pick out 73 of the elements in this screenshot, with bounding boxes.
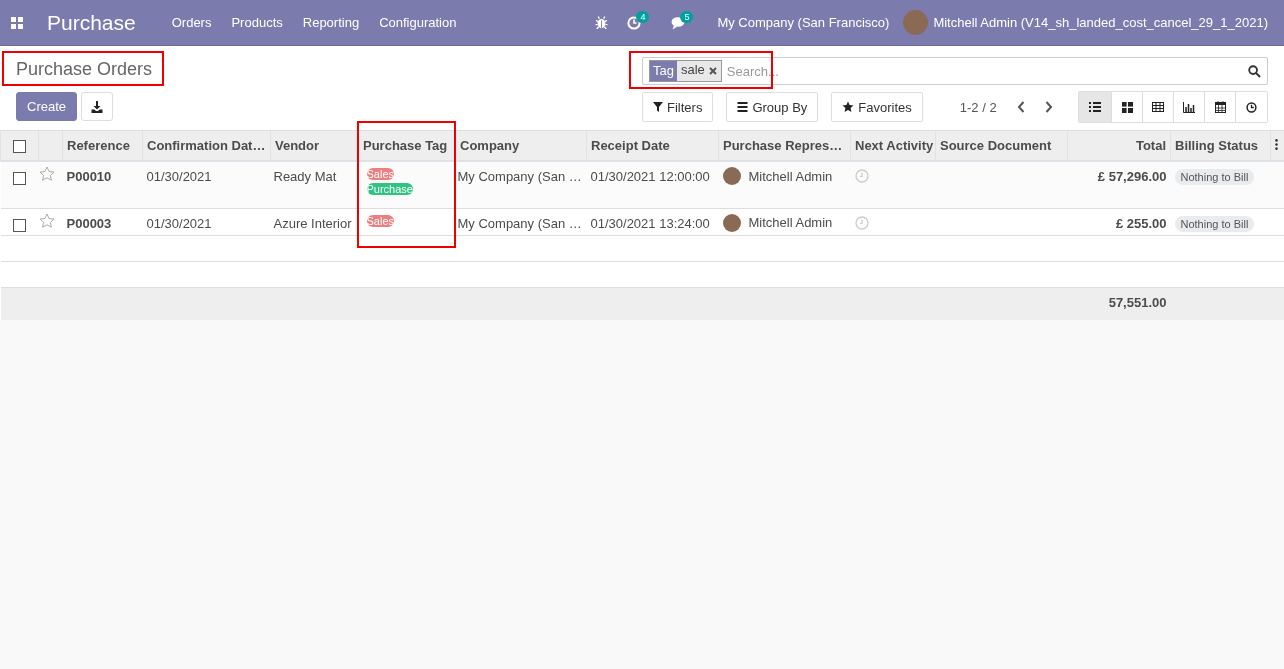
table-cell: My Company (San …	[457, 169, 582, 184]
column-header[interactable]: Purchase Repres…	[718, 131, 851, 161]
column-header[interactable]: Billing Status	[1170, 131, 1271, 161]
column-header[interactable]: Total	[1067, 131, 1171, 161]
facet-value: sale	[676, 61, 709, 81]
view-switch-button[interactable]	[1079, 92, 1112, 122]
table-cell: £ 57,296.00	[1097, 169, 1167, 184]
next-icon[interactable]	[1044, 101, 1053, 113]
select-all-checkbox[interactable]	[13, 140, 26, 154]
kebab-icon[interactable]	[1275, 139, 1278, 150]
create-button[interactable]: Create	[16, 92, 78, 121]
table-cell: My Company (San …	[457, 215, 582, 231]
row-checkbox[interactable]	[13, 218, 26, 232]
list-icon	[1089, 102, 1101, 112]
table-cell: Mitchell Admin	[748, 168, 833, 184]
sum-total: 57,551.00	[1108, 294, 1167, 310]
column-header[interactable]: Vendor	[270, 131, 359, 161]
tag-badge: Purchase	[366, 183, 413, 195]
column-header[interactable]: Next Activity	[850, 131, 936, 161]
table-cell: Ready Mat	[273, 169, 337, 184]
search-option-button[interactable]: Favorites	[831, 92, 923, 122]
user-avatar	[722, 213, 741, 232]
company-switcher[interactable]: My Company (San Francisco)	[717, 15, 890, 30]
column-header[interactable]: Source Document	[935, 131, 1068, 161]
grid-icon	[1121, 101, 1133, 113]
bug-icon[interactable]	[595, 16, 609, 29]
table-cell: 01/30/2021	[146, 169, 212, 184]
filter-icon	[653, 102, 663, 112]
table-cell: £ 255.00	[1115, 215, 1167, 231]
table-cell: 01/30/2021 12:00:00	[590, 169, 710, 184]
status-badge: Nothing to Bill	[1174, 215, 1255, 232]
star-icon[interactable]	[38, 166, 55, 182]
tag-badge: Sales	[366, 168, 395, 180]
column-header[interactable]: Company	[455, 131, 587, 161]
calendar-icon	[1214, 101, 1226, 113]
status-badge: Nothing to Bill	[1174, 169, 1255, 185]
table-cell: P00010	[66, 169, 112, 184]
message-count: 5	[680, 10, 694, 23]
page-title: Purchase Orders	[16, 59, 153, 79]
table-cell: 01/30/2021	[146, 215, 212, 231]
list-lines-icon	[737, 102, 749, 112]
column-header[interactable]: Purchase Tag	[358, 131, 456, 161]
star-icon	[842, 101, 855, 113]
menu-item[interactable]: Reporting	[302, 15, 360, 30]
facet-label: Tag	[650, 61, 677, 81]
download-button[interactable]	[81, 92, 114, 121]
pager-value[interactable]: 1-2 / 2	[959, 99, 997, 115]
previous-icon[interactable]	[1016, 101, 1025, 113]
menu-item[interactable]: Products	[231, 15, 283, 30]
clock-icon	[1246, 101, 1257, 113]
app-name[interactable]: Purchase	[47, 10, 136, 35]
column-header[interactable]: Receipt Date	[586, 131, 719, 161]
table-cell: Azure Interior	[273, 215, 352, 231]
search-option-button[interactable]: Group By	[726, 92, 819, 122]
bar-chart-icon	[1183, 101, 1195, 113]
table-cell: 01/30/2021 13:24:00	[590, 215, 710, 231]
column-header[interactable]: Reference	[62, 131, 143, 161]
tag-badge: Sales	[366, 214, 395, 227]
menu-item[interactable]: Configuration	[379, 15, 457, 30]
row-checkbox[interactable]	[13, 172, 26, 186]
star-icon[interactable]	[38, 212, 55, 229]
user-avatar	[722, 167, 741, 185]
table-cell: Mitchell Admin	[748, 215, 833, 230]
table-cell: P00003	[66, 215, 112, 231]
user-menu[interactable]: Mitchell Admin (V14_sh_landed_cost_cancel_29_1_2021)	[933, 15, 1268, 30]
search-option-button[interactable]: Filters	[642, 92, 714, 122]
apps-menu-icon[interactable]	[11, 16, 23, 29]
download-icon	[91, 100, 104, 113]
search-icon[interactable]	[1248, 64, 1261, 78]
column-header[interactable]: Confirmation Dat…	[142, 131, 271, 161]
activity-count: 4	[636, 10, 650, 23]
table-icon	[1152, 102, 1164, 112]
menu-item[interactable]: Orders	[171, 15, 212, 30]
